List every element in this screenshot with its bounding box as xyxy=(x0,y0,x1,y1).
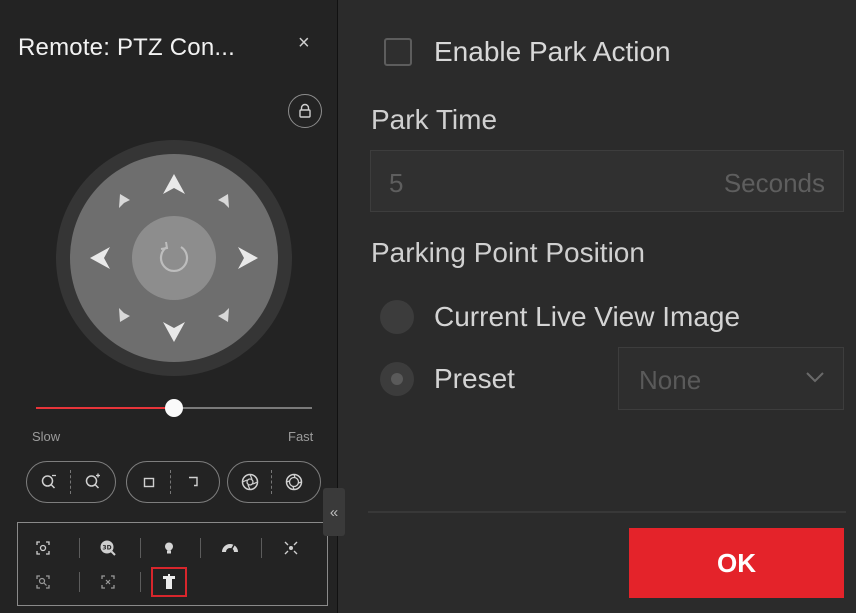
auxiliary-focus-button[interactable] xyxy=(273,533,309,563)
divider xyxy=(140,572,141,592)
light-icon xyxy=(165,542,173,554)
park-action-button[interactable] xyxy=(151,567,187,597)
close-icon[interactable]: × xyxy=(298,32,310,55)
preset-value: None xyxy=(639,365,702,395)
radio-label: Current Live View Image xyxy=(434,301,741,332)
park-time-value: 5 xyxy=(389,168,404,198)
radio-current-live-view[interactable]: Current Live View Image xyxy=(380,300,740,334)
speed-min-label: Slow xyxy=(32,429,61,444)
divider xyxy=(79,572,80,592)
iris-open-button[interactable] xyxy=(272,462,315,502)
lock-button[interactable] xyxy=(288,94,322,128)
radio-preset[interactable]: Preset xyxy=(380,362,515,396)
panel-title: Remote: PTZ Con... xyxy=(18,34,235,61)
zoom-out-button[interactable] xyxy=(27,462,70,502)
regional-exposure-button[interactable] xyxy=(25,567,61,597)
slider-thumb[interactable] xyxy=(165,399,183,417)
slider-fill xyxy=(36,407,174,409)
preset-dropdown[interactable]: None xyxy=(618,347,844,410)
collapse-panel-button[interactable]: « xyxy=(323,488,345,536)
parking-point-position-label: Parking Point Position xyxy=(371,237,645,268)
park-time-label: Park Time xyxy=(371,104,498,135)
regional-exposure-icon xyxy=(36,575,50,589)
lens-init-button[interactable] xyxy=(90,567,126,597)
light-button[interactable] xyxy=(151,533,187,563)
iris-open-icon xyxy=(285,473,302,491)
zoom-out-icon xyxy=(41,474,56,489)
direction-pad xyxy=(56,140,292,376)
divider xyxy=(140,538,141,558)
focus-near-button[interactable] xyxy=(127,462,170,502)
iris-control xyxy=(227,461,321,503)
chevron-down-icon xyxy=(806,372,824,383)
3d-zoom-icon: 3D xyxy=(100,540,116,556)
focus-near-icon xyxy=(143,477,154,488)
zoom-in-button[interactable] xyxy=(71,462,114,502)
speed-slider[interactable] xyxy=(36,398,312,418)
3d-zoom-button[interactable]: 3D xyxy=(90,533,126,563)
wiper-icon xyxy=(222,544,238,553)
lens-init-icon xyxy=(101,575,115,589)
checkbox-label: Enable Park Action xyxy=(434,36,671,67)
divider xyxy=(200,538,201,558)
zoom-in-icon xyxy=(85,473,100,489)
iris-close-icon xyxy=(241,473,258,491)
divider xyxy=(79,538,80,558)
park-action-settings: Enable Park Action Park Time 5 Seconds P… xyxy=(346,0,856,613)
center-button[interactable] xyxy=(132,216,216,300)
radio-button[interactable] xyxy=(380,362,414,396)
divider xyxy=(261,538,262,558)
ptz-tools: 3D xyxy=(17,522,328,606)
focus-control xyxy=(126,461,220,503)
iris-close-button[interactable] xyxy=(228,462,271,502)
regional-focus-button[interactable] xyxy=(25,533,61,563)
regional-focus-icon xyxy=(36,541,50,555)
svg-text:3D: 3D xyxy=(102,545,111,552)
focus-far-icon xyxy=(188,476,198,487)
auxiliary-focus-icon xyxy=(284,541,298,555)
speed-max-label: Fast xyxy=(288,429,314,444)
zoom-control xyxy=(26,461,116,503)
park-time-input[interactable]: 5 Seconds xyxy=(370,150,844,212)
enable-park-action-checkbox[interactable]: Enable Park Action xyxy=(384,36,671,68)
checkbox-box[interactable] xyxy=(384,38,412,66)
divider xyxy=(368,511,846,513)
park-time-unit: Seconds xyxy=(723,168,825,198)
lock-icon xyxy=(299,103,311,118)
radio-label: Preset xyxy=(434,363,515,394)
wiper-button[interactable] xyxy=(212,533,248,563)
ok-button[interactable]: OK xyxy=(629,528,844,598)
park-action-icon xyxy=(163,574,175,589)
radio-button[interactable] xyxy=(380,300,414,334)
focus-far-button[interactable] xyxy=(171,462,214,502)
ptz-control-panel: Remote: PTZ Con... × Slow Fast 3D « xyxy=(0,0,345,613)
